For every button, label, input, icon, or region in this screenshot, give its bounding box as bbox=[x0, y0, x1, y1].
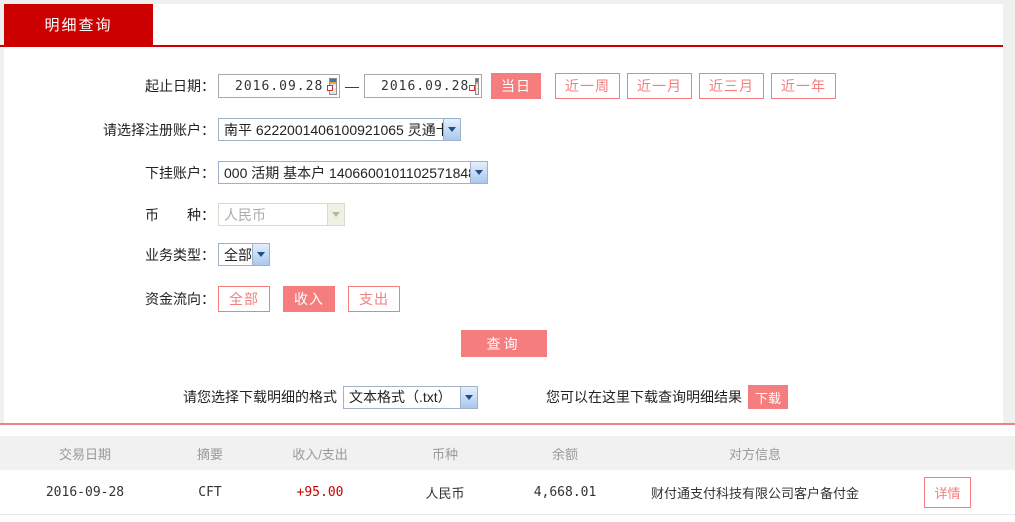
fund-flow-income-button[interactable]: 收入 bbox=[283, 286, 335, 312]
currency-select: 人民币 bbox=[218, 203, 345, 226]
query-button[interactable]: 查询 bbox=[461, 330, 547, 357]
header-currency: 币种 bbox=[390, 444, 500, 463]
business-type-select[interactable]: 全部 bbox=[218, 243, 270, 266]
download-format-select[interactable]: 文本格式（.txt） bbox=[343, 386, 478, 409]
sub-account-row: 下挂账户： 000 活期 基本户 1406600101102571848 bbox=[4, 161, 1003, 184]
header-summary: 摘要 bbox=[170, 444, 250, 463]
header-counterparty: 对方信息 bbox=[630, 444, 880, 463]
end-date-value: 2016.09.28 bbox=[365, 79, 475, 94]
calendar-icon[interactable] bbox=[475, 78, 479, 95]
table-row: 2016-09-28 CFT +95.00 人民币 4,668.01 财付通支付… bbox=[0, 470, 1015, 515]
registered-account-value: 南平 6222001406100921065 灵通卡 bbox=[219, 119, 443, 140]
download-format-label: 请您选择下载明细的格式 bbox=[183, 387, 337, 407]
registered-account-row: 请选择注册账户： 南平 6222001406100921065 灵通卡 bbox=[4, 118, 1003, 141]
end-date-input[interactable]: 2016.09.28 bbox=[364, 74, 482, 98]
header-income-expense: 收入/支出 bbox=[250, 444, 390, 463]
results-table: 交易日期 摘要 收入/支出 币种 余额 对方信息 2016-09-28 CFT … bbox=[0, 423, 1015, 515]
fund-flow-expense-button[interactable]: 支出 bbox=[348, 286, 400, 312]
chevron-down-icon[interactable] bbox=[470, 162, 487, 183]
chevron-down-icon[interactable] bbox=[443, 119, 460, 140]
sub-account-label: 下挂账户： bbox=[4, 163, 215, 183]
fund-flow-all-button[interactable]: 全部 bbox=[218, 286, 270, 312]
calendar-icon[interactable] bbox=[329, 78, 337, 95]
tab-detail-query[interactable]: 明细查询 bbox=[4, 4, 153, 45]
query-form: 起止日期： 2016.09.28 — 2016.09.28 当日 近一周 近一月… bbox=[4, 47, 1003, 409]
page-edge-right bbox=[1003, 0, 1015, 423]
date-range-row: 起止日期： 2016.09.28 — 2016.09.28 当日 近一周 近一月… bbox=[4, 73, 1003, 99]
download-row: 请您选择下载明细的格式 文本格式（.txt） 您可以在这里下载查询明细结果 下载 bbox=[4, 385, 1003, 409]
quick-range-year-button[interactable]: 近一年 bbox=[771, 73, 836, 99]
download-hint: 您可以在这里下载查询明细结果 bbox=[546, 387, 742, 407]
business-type-value: 全部 bbox=[219, 244, 252, 265]
currency-value: 人民币 bbox=[219, 204, 327, 225]
page: 明细查询 起止日期： 2016.09.28 — 2016.09.28 当日 近一… bbox=[0, 0, 1015, 522]
date-range-label: 起止日期： bbox=[4, 76, 215, 96]
chevron-down-icon[interactable] bbox=[460, 387, 477, 408]
fund-flow-label: 资金流向： bbox=[4, 289, 215, 309]
chevron-down-icon[interactable] bbox=[252, 244, 269, 265]
chevron-down-icon bbox=[327, 204, 344, 225]
cell-currency: 人民币 bbox=[390, 483, 500, 502]
quick-range-week-button[interactable]: 近一周 bbox=[555, 73, 620, 99]
start-date-value: 2016.09.28 bbox=[219, 79, 329, 94]
download-format-value: 文本格式（.txt） bbox=[344, 387, 460, 408]
cell-trade-date: 2016-09-28 bbox=[0, 485, 170, 500]
download-button[interactable]: 下载 bbox=[748, 385, 788, 409]
sub-account-value: 000 活期 基本户 1406600101102571848 bbox=[219, 162, 470, 183]
query-button-row: 查询 bbox=[4, 330, 1003, 357]
sub-account-select[interactable]: 000 活期 基本户 1406600101102571848 bbox=[218, 161, 488, 184]
table-header-row: 交易日期 摘要 收入/支出 币种 余额 对方信息 bbox=[0, 436, 1015, 470]
header-balance: 余额 bbox=[500, 444, 630, 463]
fund-flow-row: 资金流向： 全部 收入 支出 bbox=[4, 286, 1003, 312]
business-type-label: 业务类型： bbox=[4, 245, 215, 265]
cell-balance: 4,668.01 bbox=[500, 485, 630, 500]
currency-label: 币 种： bbox=[4, 205, 215, 225]
quick-range-today-button[interactable]: 当日 bbox=[491, 73, 541, 99]
cell-counterparty: 财付通支付科技有限公司客户备付金 bbox=[630, 483, 880, 502]
cell-amount: +95.00 bbox=[250, 485, 390, 500]
start-date-input[interactable]: 2016.09.28 bbox=[218, 74, 340, 98]
business-type-row: 业务类型： 全部 bbox=[4, 243, 1003, 266]
registered-account-select[interactable]: 南平 6222001406100921065 灵通卡 bbox=[218, 118, 461, 141]
quick-range-quarter-button[interactable]: 近三月 bbox=[699, 73, 764, 99]
quick-range-month-button[interactable]: 近一月 bbox=[627, 73, 692, 99]
currency-row: 币 种： 人民币 bbox=[4, 203, 1003, 226]
detail-button[interactable]: 详情 bbox=[924, 477, 970, 508]
header-trade-date: 交易日期 bbox=[0, 444, 170, 463]
cell-summary: CFT bbox=[170, 485, 250, 500]
registered-account-label: 请选择注册账户： bbox=[4, 120, 215, 140]
date-range-separator: — bbox=[345, 78, 359, 94]
